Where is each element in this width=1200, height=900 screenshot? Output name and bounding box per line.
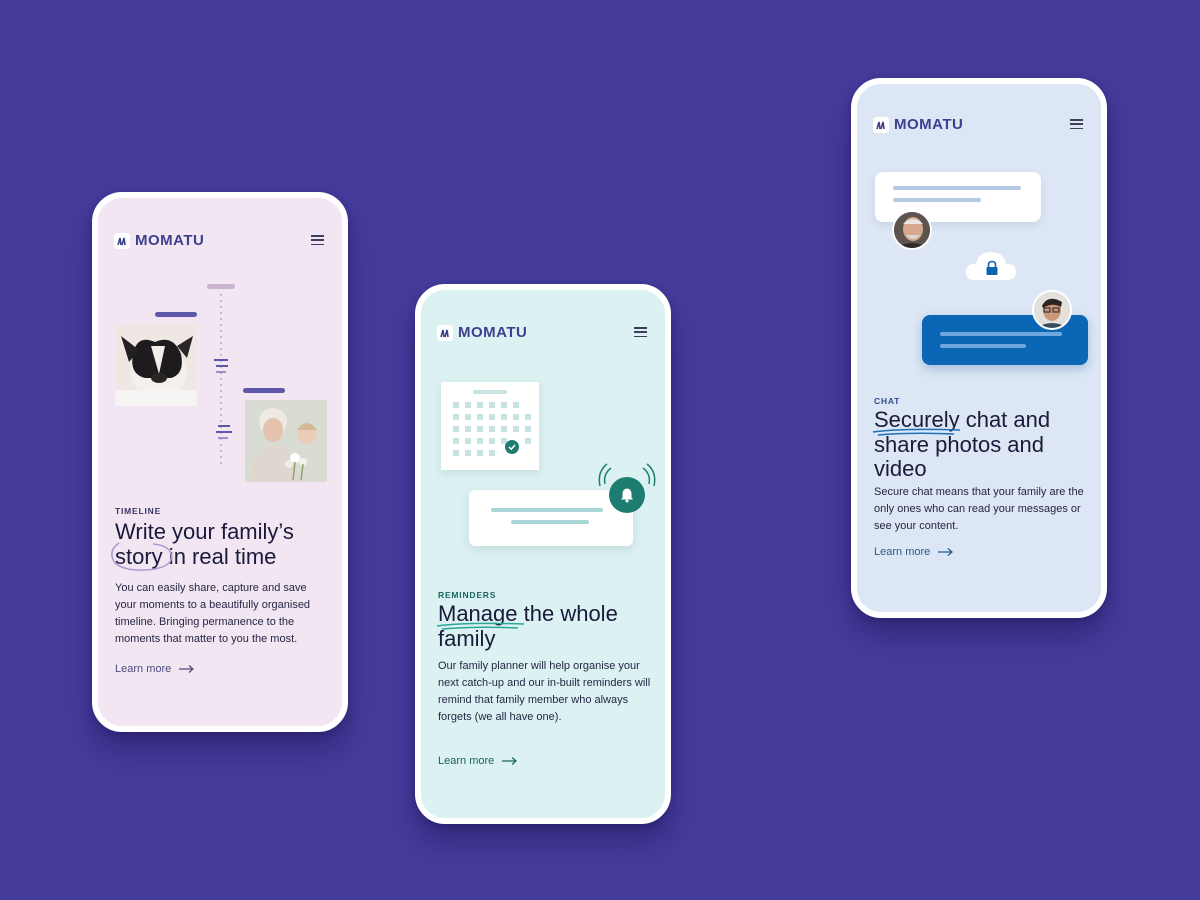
grandmother-photo[interactable] <box>245 400 327 482</box>
phone-timeline: MOMATU TIMELINE Write your family’s stor… <box>92 192 348 732</box>
avatar[interactable] <box>892 210 932 250</box>
brand-name: MOMATU <box>458 324 528 341</box>
timeline-scroll-handle <box>207 284 235 289</box>
section-description: Secure chat means that your family are t… <box>874 486 1084 532</box>
section-eyebrow: CHAT <box>874 396 901 406</box>
app-header: MOMATU <box>114 232 324 250</box>
check-icon <box>505 440 519 454</box>
section-title: Manage the whole family <box>436 601 653 651</box>
section-title: Securely chat and share photos and video <box>872 407 1089 482</box>
brand-name: MOMATU <box>894 116 964 133</box>
calendar-icon <box>441 382 539 470</box>
section-eyebrow: REMINDERS <box>438 590 497 600</box>
logo[interactable]: MOMATU <box>437 324 647 341</box>
timeline-marker <box>243 388 285 393</box>
learn-more-link[interactable]: Learn more <box>874 546 954 558</box>
logo[interactable]: MOMATU <box>873 116 1083 133</box>
arrow-right-icon <box>179 665 195 673</box>
section-description: Our family planner will help organise yo… <box>438 660 651 723</box>
scribble-circle-decoration <box>111 541 173 571</box>
timeline-marker <box>155 312 197 317</box>
title-highlight: Securely <box>872 407 961 436</box>
menu-icon[interactable] <box>1070 119 1083 129</box>
timeline-ruler <box>214 294 232 466</box>
phone-reminders: MOMATU REMINDERS Manage the whole family… <box>415 284 671 824</box>
lock-icon <box>986 260 998 275</box>
momatu-logo-icon <box>114 232 130 249</box>
title-highlight: Manage <box>436 601 525 630</box>
arrow-right-icon <box>938 548 954 556</box>
section-eyebrow: TIMELINE <box>115 506 162 516</box>
momatu-logo-icon <box>873 116 889 133</box>
scribble-underline-decoration <box>436 622 525 630</box>
scribble-underline-decoration <box>872 428 961 436</box>
section-title: Write your family’s story in real time <box>111 519 330 571</box>
section-description: You can easily share, capture and save y… <box>115 582 311 645</box>
dog-photo[interactable] <box>115 324 197 406</box>
title-highlight: story <box>111 541 173 571</box>
app-header: MOMATU <box>437 324 647 342</box>
learn-more-link[interactable]: Learn more <box>438 755 518 767</box>
app-header: MOMATU <box>873 116 1083 134</box>
brand-name: MOMATU <box>135 232 205 249</box>
menu-icon[interactable] <box>311 235 324 245</box>
arrow-right-icon <box>502 757 518 765</box>
bell-icon <box>609 477 645 513</box>
menu-icon[interactable] <box>634 327 647 337</box>
learn-more-link[interactable]: Learn more <box>115 663 195 675</box>
momatu-logo-icon <box>437 324 453 341</box>
phone-chat: MOMATU CHAT Securely chat and share phot… <box>851 78 1107 618</box>
avatar[interactable] <box>1032 290 1072 330</box>
logo[interactable]: MOMATU <box>114 232 324 249</box>
title-text: in real time <box>162 543 277 569</box>
